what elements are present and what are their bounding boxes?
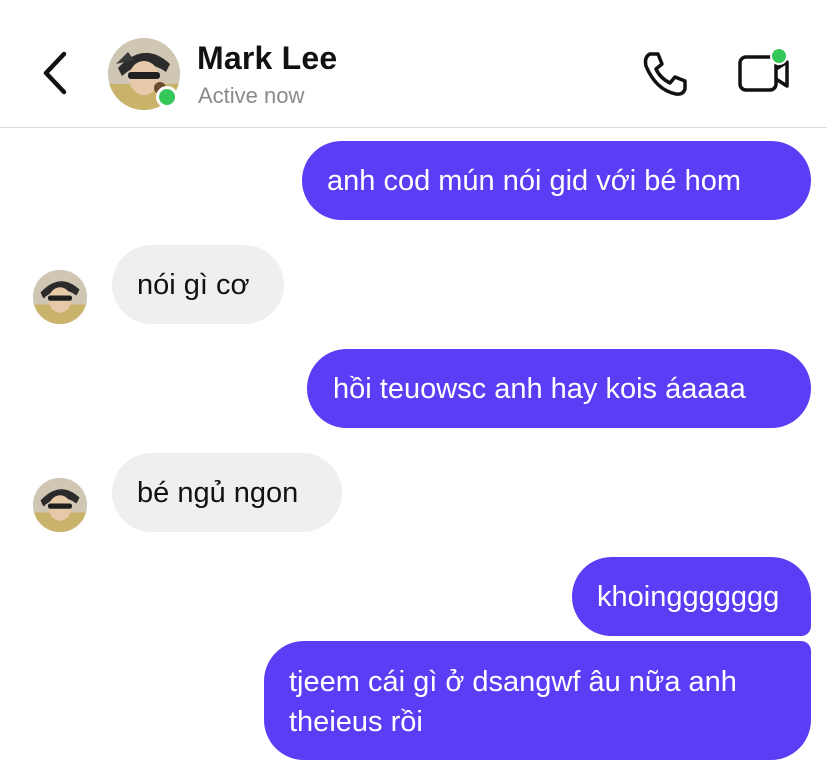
message-text: khoinggggggg <box>597 581 780 613</box>
chevron-left-icon <box>43 51 67 95</box>
message-text: hồi teuowsc anh hay kois áaaaa <box>333 373 746 405</box>
phone-icon <box>643 52 687 96</box>
message-text: bé ngủ ngon <box>137 477 299 509</box>
back-button[interactable] <box>36 50 76 96</box>
message-text-line: tjeem cái gì ở dsangwf âu nữa anh <box>289 666 737 698</box>
message-text: nói gì cơ <box>137 269 250 301</box>
video-call-button[interactable] <box>735 46 793 98</box>
chat-screen: Mark Lee Active now anh cod mún nói gid … <box>0 0 827 771</box>
sender-avatar[interactable] <box>33 478 87 532</box>
contact-name[interactable]: Mark Lee <box>197 40 337 77</box>
outgoing-message[interactable]: anh cod mún nói gid với bé hom <box>302 141 811 220</box>
voice-call-button[interactable] <box>640 50 690 98</box>
incoming-message[interactable]: bé ngủ ngon <box>112 453 342 532</box>
video-camera-icon <box>738 47 789 92</box>
contact-avatar[interactable] <box>108 38 180 110</box>
outgoing-message[interactable]: tjeem cái gì ở dsangwf âu nữa anh theieu… <box>264 641 811 760</box>
outgoing-message[interactable]: khoinggggggg <box>572 557 811 636</box>
sender-avatar[interactable] <box>33 270 87 324</box>
chat-header: Mark Lee Active now <box>0 0 827 128</box>
online-status-dot <box>156 86 178 108</box>
message-text: anh cod mún nói gid với bé hom <box>327 165 741 197</box>
message-text-line: theieus rồi <box>289 706 423 738</box>
active-status: Active now <box>198 83 305 108</box>
incoming-message[interactable]: nói gì cơ <box>112 245 284 324</box>
outgoing-message[interactable]: hồi teuowsc anh hay kois áaaaa <box>307 349 811 428</box>
